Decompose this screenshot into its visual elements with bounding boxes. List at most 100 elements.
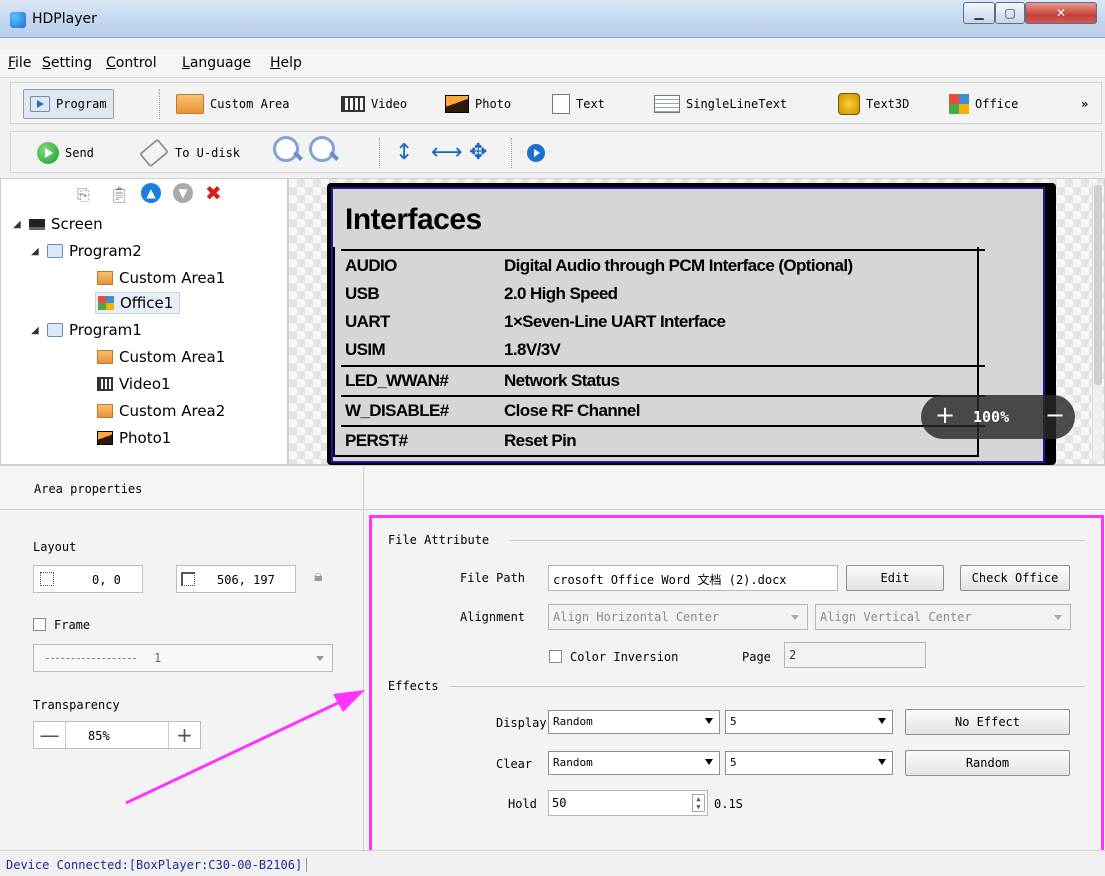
zoom-in-icon xyxy=(271,134,305,164)
minimize-button[interactable]: ▁ xyxy=(963,2,995,24)
fit-vertical-button[interactable]: ↕ xyxy=(395,140,413,166)
display-effect-select[interactable]: Random xyxy=(548,710,720,734)
office-icon xyxy=(949,94,969,114)
document-table: AUDIO Digital Audio through PCM Interfac… xyxy=(341,249,985,455)
menu-setting[interactable]: Setting xyxy=(42,55,92,71)
text-button[interactable]: Text xyxy=(552,91,605,117)
transparency-value: 85% xyxy=(88,729,110,743)
alignment-label: Alignment xyxy=(460,610,526,624)
tree-item-screen[interactable]: ◢ Screen xyxy=(13,213,103,235)
single-line-text-button[interactable]: SingleLineText xyxy=(654,91,787,117)
chevron-down-icon xyxy=(705,759,713,765)
collapse-icon[interactable]: ◢ xyxy=(31,325,41,336)
area-properties-panel: Layout 0, 0 506, 197 🔒︎ Frame 1 Transpar… xyxy=(0,510,364,850)
more-tools-button[interactable]: » xyxy=(1081,91,1088,117)
office-properties-panel: File Attribute File Path crosoft Office … xyxy=(364,510,1105,855)
window-title: HDPlayer xyxy=(32,11,97,27)
zoom-out-icon[interactable]: − xyxy=(1045,401,1065,429)
chevron-down-icon xyxy=(878,759,886,765)
program-icon xyxy=(30,96,50,112)
custom-area-icon xyxy=(97,271,113,285)
position-field[interactable]: 0, 0 xyxy=(33,565,143,593)
preview-canvas[interactable]: Interfaces AUDIO Digital Audio through P… xyxy=(288,178,1105,465)
table-row: AUDIO Digital Audio through PCM Interfac… xyxy=(345,256,853,275)
horizontal-arrow-icon: ⟷ xyxy=(431,140,463,165)
color-inversion-checkbox[interactable] xyxy=(549,650,562,663)
menu-help[interactable]: Help xyxy=(270,55,302,71)
move-arrows-icon: ✥ xyxy=(469,140,488,165)
collapse-icon[interactable]: ◢ xyxy=(31,246,41,257)
page-label: Page xyxy=(742,650,771,664)
fit-horizontal-button[interactable]: ⟷ xyxy=(431,140,463,166)
color-inversion-label: Color Inversion xyxy=(570,650,679,664)
move-up-icon[interactable]: ▲ xyxy=(141,183,161,203)
chevron-down-icon xyxy=(316,656,324,661)
spin-arrows-icon[interactable]: ▲ ▼ xyxy=(692,794,705,812)
paste-icon[interactable]: 📋︎ xyxy=(109,185,129,204)
menu-control[interactable]: Control xyxy=(106,55,157,71)
chevron-down-icon xyxy=(1054,615,1062,620)
preview-play-button[interactable] xyxy=(527,140,545,166)
display-speed-select[interactable]: 5 xyxy=(725,710,893,734)
office-button[interactable]: Office xyxy=(949,91,1018,117)
position-icon xyxy=(40,572,54,586)
text3d-button[interactable]: Text3D xyxy=(838,91,909,117)
maximize-button[interactable]: ▢ xyxy=(995,2,1025,24)
custom-area-button[interactable]: Custom Area xyxy=(176,91,289,117)
tree-item-video1[interactable]: Video1 xyxy=(97,373,171,395)
transparency-decrease-button[interactable]: — xyxy=(34,722,66,750)
horizontal-align-select[interactable]: Align Horizontal Center xyxy=(548,604,808,630)
program-button[interactable]: Program xyxy=(23,89,114,119)
tree-item-custom-area1[interactable]: Custom Area1 xyxy=(97,267,225,289)
tab-area-properties[interactable]: Area properties xyxy=(0,466,364,510)
to-udisk-button[interactable]: To U-disk xyxy=(139,138,240,168)
no-effect-button[interactable]: No Effect xyxy=(905,709,1070,735)
program-tree-panel: ⎘ 📋︎ ▲ ▼ ✖ ◢ Screen ◢ Program2 Custom Ar… xyxy=(0,178,288,465)
zoom-level: 100% xyxy=(973,408,1010,426)
menu-file[interactable]: File xyxy=(8,55,31,71)
tree-item-program2[interactable]: ◢ Program2 xyxy=(31,240,142,262)
zoom-in-button[interactable] xyxy=(271,136,305,162)
transparency-stepper[interactable]: — 85% + xyxy=(33,721,201,750)
size-field[interactable]: 506, 197 xyxy=(176,565,296,593)
collapse-icon[interactable]: ◢ xyxy=(13,219,23,230)
preview-vertical-scrollbar[interactable] xyxy=(1092,183,1102,461)
random-button[interactable]: Random xyxy=(905,750,1070,776)
clear-effect-select[interactable]: Random xyxy=(548,751,720,775)
move-down-icon[interactable]: ▼ xyxy=(173,183,193,203)
menu-language[interactable]: Language xyxy=(182,55,251,71)
vertical-arrow-icon: ↕ xyxy=(395,140,414,165)
zoom-out-icon xyxy=(307,134,341,164)
tree-item-program1[interactable]: ◢ Program1 xyxy=(31,319,142,341)
delete-icon[interactable]: ✖ xyxy=(205,181,222,205)
zoom-out-button[interactable] xyxy=(307,136,341,162)
tree-item-custom-area1[interactable]: Custom Area1 xyxy=(97,346,225,368)
zoom-in-icon[interactable]: + xyxy=(935,401,955,429)
screen-icon xyxy=(29,218,45,230)
hold-stepper[interactable]: 50 ▲ ▼ xyxy=(548,790,708,816)
vertical-align-select[interactable]: Align Vertical Center xyxy=(815,604,1071,630)
send-button[interactable]: Send xyxy=(37,140,94,166)
check-office-button[interactable]: Check Office xyxy=(960,565,1070,591)
edit-button[interactable]: Edit xyxy=(846,565,944,591)
video-button[interactable]: Video xyxy=(341,91,407,117)
table-row: PERST# Reset Pin xyxy=(345,431,577,450)
connection-status: Device Connected:[BoxPlayer:C30-00-B2106… xyxy=(6,858,308,872)
fit-both-button[interactable]: ✥ xyxy=(469,140,487,166)
file-path-label: File Path xyxy=(460,571,526,585)
file-path-field[interactable]: crosoft Office Word 文档 (2).docx xyxy=(548,565,838,591)
tree-item-photo1[interactable]: Photo1 xyxy=(97,427,171,449)
page-field[interactable]: 2 xyxy=(784,642,926,668)
close-button[interactable]: ✕ xyxy=(1025,2,1097,24)
frame-checkbox[interactable] xyxy=(33,618,46,631)
clear-label: Clear xyxy=(496,757,533,771)
zoom-control: + 100% − xyxy=(921,395,1075,439)
frame-style-select[interactable]: 1 xyxy=(33,644,333,672)
photo-button[interactable]: Photo xyxy=(445,91,511,117)
tree-item-custom-area2[interactable]: Custom Area2 xyxy=(97,400,225,422)
transparency-increase-button[interactable]: + xyxy=(168,722,200,750)
lock-icon[interactable]: 🔒︎ xyxy=(314,566,328,586)
tree-item-office1[interactable]: Office1 xyxy=(95,292,181,314)
clear-speed-select[interactable]: 5 xyxy=(725,751,893,775)
copy-icon[interactable]: ⎘ xyxy=(77,185,90,205)
